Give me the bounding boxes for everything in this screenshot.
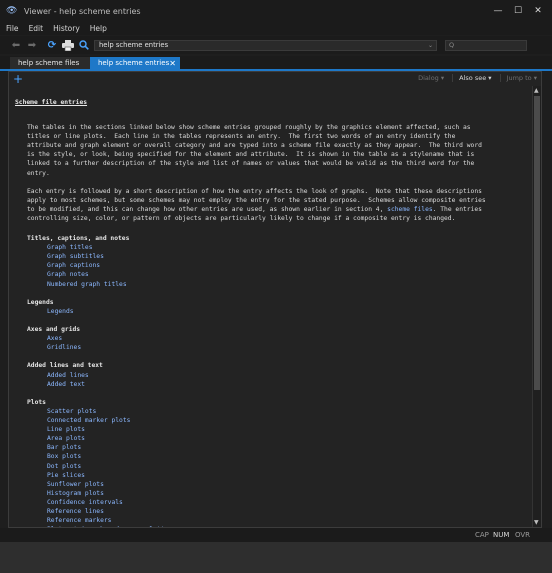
section-link[interactable]: Area plots xyxy=(47,434,85,443)
section-link[interactable]: Gridlines xyxy=(47,343,81,352)
section-link[interactable]: Plot entries shared among plottypes xyxy=(47,525,180,527)
paragraph-line: Each entry is followed by a short descri… xyxy=(27,187,482,195)
title-bar: 👁 Viewer - help scheme entries — ☐ ✕ xyxy=(0,0,552,22)
section-heading: Legends xyxy=(27,298,54,306)
section-heading: Added lines and text xyxy=(27,362,103,370)
section-link[interactable]: Axes xyxy=(47,334,62,343)
minimize-button[interactable]: — xyxy=(488,3,508,19)
section-heading: Plots xyxy=(27,398,46,406)
section-link[interactable]: Bar plots xyxy=(47,443,81,452)
menu-help[interactable]: Help xyxy=(90,24,107,33)
section-link[interactable]: Dot plots xyxy=(47,462,81,471)
section-link[interactable]: Histogram plots xyxy=(47,489,104,498)
menu-file[interactable]: File xyxy=(6,24,19,33)
section-link[interactable]: Graph titles xyxy=(47,243,93,252)
dialog-label: Dialog xyxy=(418,74,439,82)
paragraph-line: controlling size, color, or pattern of o… xyxy=(27,215,456,222)
help-command-input[interactable]: help scheme entries ⌄ xyxy=(94,39,437,51)
section-link[interactable]: Reference markers xyxy=(47,516,111,525)
paragraph-line: attribute and graph element or overall c… xyxy=(27,142,482,150)
section-link[interactable]: Added lines xyxy=(47,371,89,380)
also-see-menu[interactable]: Also see ▾ xyxy=(452,74,492,82)
paragraph-line: to be modified, and this can change how … xyxy=(27,205,527,214)
maximize-button[interactable]: ☐ xyxy=(508,3,528,19)
paragraph-line: apply to most schemes, but some schemes … xyxy=(27,196,486,204)
search-icon[interactable] xyxy=(76,38,92,52)
section-link[interactable]: Added text xyxy=(47,380,85,389)
window-title: Viewer - help scheme entries xyxy=(24,6,141,16)
section-link[interactable]: Line plots xyxy=(47,425,85,434)
close-window-button[interactable]: ✕ xyxy=(528,3,548,19)
help-content-frame: + Dialog ▾ Also see ▾ Jump to ▾ Scheme f… xyxy=(8,71,542,528)
dialog-menu[interactable]: Dialog ▾ xyxy=(418,74,444,82)
caps-lock-indicator: CAP xyxy=(475,531,489,539)
section-link[interactable]: Reference lines xyxy=(47,507,104,516)
desktop-background xyxy=(0,542,552,573)
tab-strip: help scheme files help scheme entries ✕ xyxy=(0,56,552,70)
paragraph-line: The tables in the sections linked below … xyxy=(27,124,471,131)
section-heading: Titles, captions, and notes xyxy=(27,235,130,243)
back-arrow-icon[interactable]: ⬅ xyxy=(8,38,24,52)
also-see-label: Also see xyxy=(459,74,487,82)
section-link[interactable]: Box plots xyxy=(47,452,81,461)
search-input[interactable]: Q xyxy=(445,39,527,51)
paragraph-line: is the style, or look, being specified f… xyxy=(27,151,475,159)
window-controls: — ☐ ✕ xyxy=(488,3,548,19)
section-link[interactable]: Sunflower plots xyxy=(47,480,104,489)
forward-arrow-icon[interactable]: ➡ xyxy=(24,38,40,52)
paragraph-text: to be modified, and this can change how … xyxy=(27,205,388,213)
paragraph-line: linked to a further description of the s… xyxy=(27,160,475,168)
help-command-value: help scheme entries xyxy=(99,40,169,49)
print-icon[interactable] xyxy=(60,38,76,52)
viewer-window: 👁 Viewer - help scheme entries — ☐ ✕ Fil… xyxy=(0,0,552,573)
paragraph-text: . The entries xyxy=(432,205,482,213)
tab-label: help scheme files xyxy=(18,59,80,67)
viewer-app-icon: 👁 xyxy=(6,6,18,16)
section-heading: Axes and grids xyxy=(27,326,81,334)
menu-history[interactable]: History xyxy=(53,24,80,33)
tab-label: help scheme entries xyxy=(98,59,170,67)
section-link[interactable]: Pie slices xyxy=(47,471,85,480)
status-bar: CAP NUM OVR xyxy=(0,528,552,542)
paragraph-line: entry. xyxy=(27,169,50,177)
jump-to-label: Jump to xyxy=(506,74,532,82)
section-link[interactable]: Numbered graph titles xyxy=(47,280,127,289)
refresh-icon[interactable]: ⟳ xyxy=(44,38,60,52)
section-link[interactable]: Graph subtitles xyxy=(47,252,104,261)
num-lock-indicator: NUM xyxy=(493,531,510,539)
scheme-files-link[interactable]: scheme files xyxy=(387,206,433,213)
section-link[interactable]: Legends xyxy=(47,307,74,316)
chevron-down-icon[interactable]: ⌄ xyxy=(428,41,433,50)
scrollbar-thumb[interactable] xyxy=(534,96,540,390)
jump-to-menu[interactable]: Jump to ▾ xyxy=(499,74,537,82)
search-placeholder: Q xyxy=(449,40,455,49)
overwrite-indicator: OVR xyxy=(515,531,531,539)
toolbar: ⬅ ➡ ⟳ help scheme entries ⌄ Q xyxy=(0,36,552,54)
new-tab-plus-icon[interactable]: + xyxy=(13,73,23,85)
paragraph-line: titles or line plots. Each line in the t… xyxy=(27,133,456,141)
section-link[interactable]: Confidence intervals xyxy=(47,498,123,507)
page-title: Scheme file entries xyxy=(15,99,88,106)
vertical-scrollbar[interactable]: ▲ ▼ xyxy=(532,86,541,527)
scroll-down-arrow-icon[interactable]: ▼ xyxy=(534,519,539,526)
section-link[interactable]: Graph notes xyxy=(47,270,89,279)
section-link[interactable]: Connected marker plots xyxy=(47,416,130,425)
content-toolbar: + Dialog ▾ Also see ▾ Jump to ▾ xyxy=(9,72,541,86)
section-link[interactable]: Graph captions xyxy=(47,261,100,270)
help-document: Scheme file entries The tables in the se… xyxy=(9,87,533,527)
menu-edit[interactable]: Edit xyxy=(29,24,44,33)
section-link[interactable]: Scatter plots xyxy=(47,407,96,416)
menu-bar: File Edit History Help xyxy=(0,22,552,35)
scroll-up-arrow-icon[interactable]: ▲ xyxy=(534,87,539,94)
